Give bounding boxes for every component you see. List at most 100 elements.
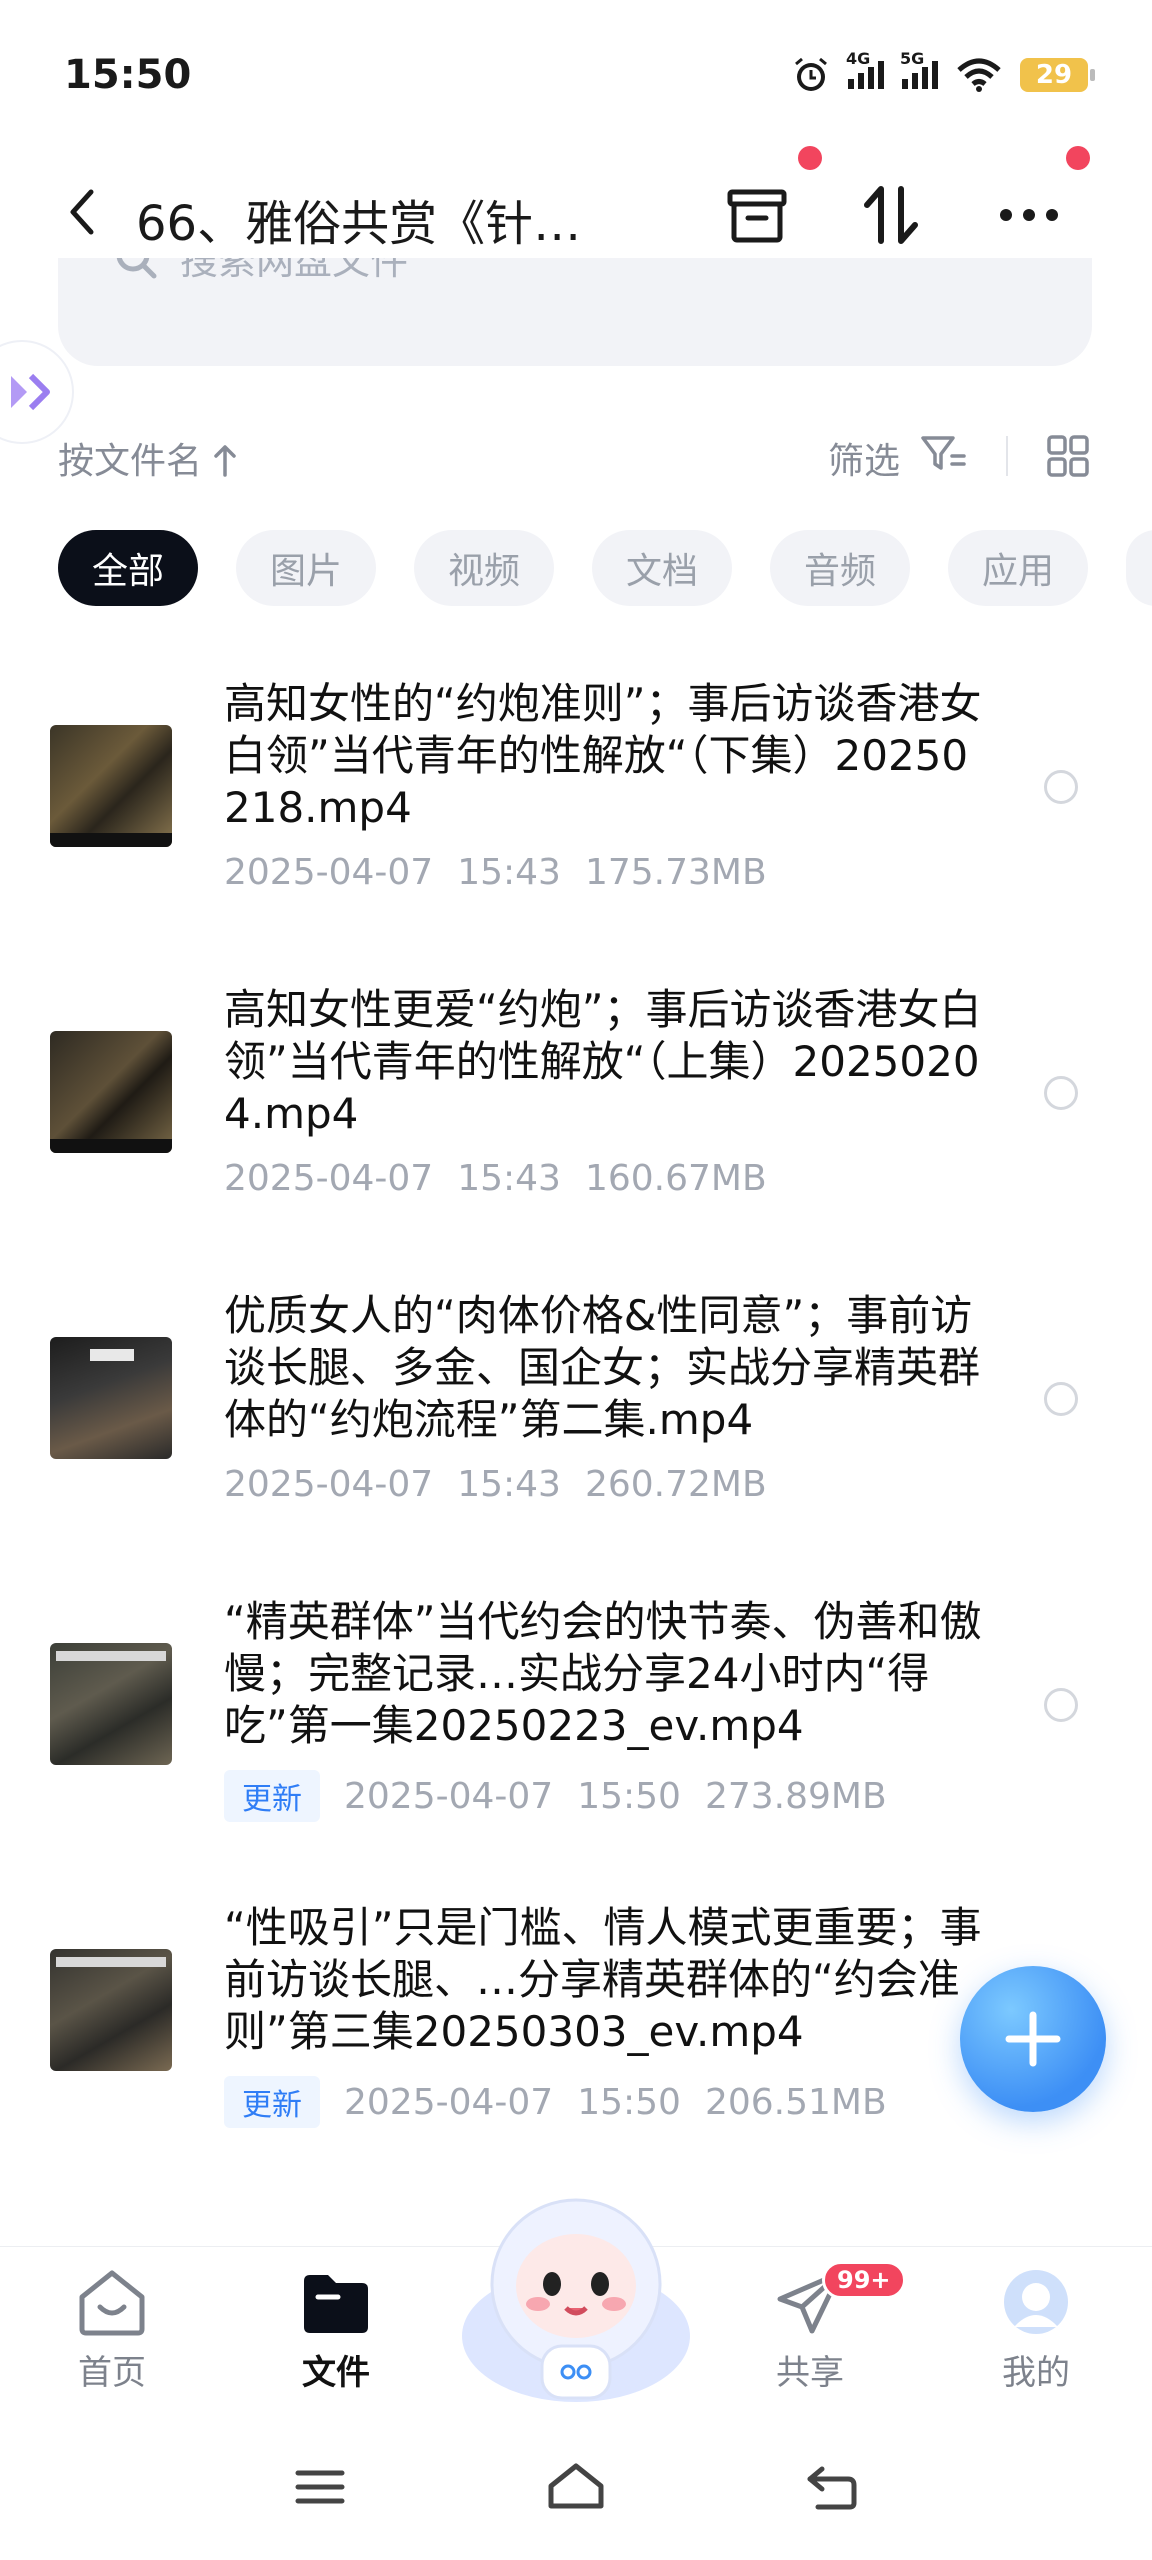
sort-filter-bar: 按文件名 筛选 bbox=[58, 420, 1098, 490]
tab-all[interactable]: 全部 bbox=[58, 530, 198, 606]
avatar-icon bbox=[1004, 2270, 1068, 2334]
search-icon bbox=[116, 258, 157, 278]
return-icon bbox=[807, 2466, 857, 2510]
file-time: 15:43 bbox=[457, 1464, 561, 1505]
file-time: 15:50 bbox=[577, 2081, 681, 2123]
status-bar: 15:50 4G 5G 29 bbox=[0, 0, 1152, 150]
back-button[interactable] bbox=[52, 182, 112, 242]
network-label-2: 5G bbox=[900, 49, 925, 68]
more-button[interactable] bbox=[994, 180, 1064, 250]
sort-label: 按文件名 bbox=[58, 441, 203, 482]
search-input[interactable]: 搜索网盘文件 bbox=[58, 258, 1092, 366]
file-row[interactable]: 优质女人的“肉体价格&性同意”；事前访谈长腿、多金、国企女；实战分享精英群体的“… bbox=[0, 1272, 1152, 1572]
file-date: 2025-04-07 bbox=[344, 1775, 554, 1817]
file-name: 高知女性的“约炮准则”；事后访谈香港女白领”当代青年的性解放“（下集）20250… bbox=[224, 679, 982, 832]
file-size: 175.73MB bbox=[584, 852, 767, 893]
search-placeholder: 搜索网盘文件 bbox=[180, 258, 409, 283]
category-tabs: 全部 图片 视频 文档 音频 应用 bbox=[58, 530, 1152, 606]
tab-documents[interactable]: 文档 bbox=[592, 530, 732, 606]
page-title: 66、雅俗共赏《针… bbox=[136, 196, 582, 252]
nav-profile[interactable]: 我的 bbox=[956, 2267, 1116, 2394]
system-navigation-bar bbox=[0, 2416, 1152, 2560]
sort-by-name-button[interactable]: 按文件名 bbox=[58, 432, 237, 484]
file-row[interactable]: 高知女性更爱“约炮”；事后访谈香港女白领”当代青年的性解放“（上集）202502… bbox=[0, 966, 1152, 1266]
arrow-up-icon bbox=[214, 445, 237, 477]
archive-icon bbox=[727, 189, 787, 243]
notification-dot bbox=[1066, 146, 1090, 170]
home-icon bbox=[79, 2270, 145, 2336]
nav-home[interactable]: 首页 bbox=[32, 2267, 192, 2394]
select-checkbox[interactable] bbox=[1044, 770, 1078, 804]
filter-icon[interactable] bbox=[920, 434, 966, 474]
video-thumbnail bbox=[50, 1031, 172, 1153]
file-row[interactable]: “精英群体”当代约会的快节奏、伪善和傲慢；完整记录…实战分享24小时内“得吃”第… bbox=[0, 1578, 1152, 1878]
file-size: 260.72MB bbox=[584, 1464, 767, 1505]
battery-icon: 29 bbox=[1020, 58, 1095, 92]
tab-more[interactable] bbox=[1126, 530, 1152, 606]
video-thumbnail bbox=[50, 725, 172, 847]
file-size: 273.89MB bbox=[704, 1775, 887, 1817]
video-thumbnail bbox=[50, 1337, 172, 1459]
update-badge: 更新 bbox=[224, 2076, 320, 2128]
nav-files[interactable]: 文件 bbox=[256, 2267, 416, 2394]
back-system-button[interactable] bbox=[792, 2452, 872, 2522]
transfer-button[interactable] bbox=[856, 180, 926, 250]
select-checkbox[interactable] bbox=[1044, 1688, 1078, 1722]
file-meta: 2025-04-07 15:43 175.73MB bbox=[224, 852, 767, 893]
video-thumbnail bbox=[50, 1643, 172, 1765]
status-icons: 4G 5G 29 bbox=[792, 49, 1095, 94]
network-label-1: 4G bbox=[846, 49, 871, 68]
nav-label: 我的 bbox=[1002, 2353, 1070, 2393]
home-button[interactable] bbox=[536, 2452, 616, 2522]
file-time: 15:43 bbox=[457, 852, 561, 893]
archive-button[interactable] bbox=[722, 180, 792, 250]
notification-count-badge: 99+ bbox=[822, 2261, 906, 2299]
file-size: 160.67MB bbox=[584, 1158, 767, 1199]
nav-label: 共享 bbox=[776, 2353, 844, 2393]
file-name: “精英群体”当代约会的快节奏、伪善和傲慢；完整记录…实战分享24小时内“得吃”第… bbox=[224, 1597, 982, 1750]
filter-button[interactable]: 筛选 bbox=[828, 432, 900, 484]
sort-transfer-icon bbox=[864, 186, 918, 244]
grid-view-icon[interactable] bbox=[1046, 434, 1090, 478]
chevron-left-icon bbox=[70, 189, 94, 235]
tab-audio[interactable]: 音频 bbox=[770, 530, 910, 606]
file-date: 2025-04-07 bbox=[224, 852, 434, 893]
home-outline-icon bbox=[548, 2463, 604, 2509]
tab-videos[interactable]: 视频 bbox=[414, 530, 554, 606]
alarm-icon bbox=[795, 57, 827, 91]
update-badge: 更新 bbox=[224, 1770, 320, 1822]
file-date: 2025-04-07 bbox=[224, 1464, 434, 1505]
nav-label: 文件 bbox=[302, 2353, 370, 2393]
nav-label: 首页 bbox=[78, 2353, 146, 2393]
file-size: 206.51MB bbox=[704, 2081, 887, 2123]
file-name: 优质女人的“肉体价格&性同意”；事前访谈长腿、多金、国企女；实战分享精英群体的“… bbox=[224, 1291, 981, 1444]
tab-images[interactable]: 图片 bbox=[236, 530, 376, 606]
select-checkbox[interactable] bbox=[1044, 1382, 1078, 1416]
file-date: 2025-04-07 bbox=[344, 2081, 554, 2123]
menu-button[interactable] bbox=[280, 2452, 360, 2522]
double-chevron-icon bbox=[11, 373, 50, 411]
video-thumbnail bbox=[50, 1949, 172, 2071]
folder-icon bbox=[304, 2275, 368, 2333]
more-icon bbox=[1000, 209, 1058, 221]
file-row[interactable]: 高知女性的“约炮准则”；事后访谈香港女白领”当代青年的性解放“（下集）20250… bbox=[0, 660, 1152, 960]
mascot-assistant-icon[interactable] bbox=[458, 2186, 694, 2412]
signal-5g-icon: 5G bbox=[900, 49, 938, 89]
wifi-icon bbox=[957, 58, 1001, 92]
file-name: 高知女性更爱“约炮”；事后访谈香港女白领”当代青年的性解放“（上集）202502… bbox=[224, 985, 982, 1138]
tab-apps[interactable]: 应用 bbox=[948, 530, 1088, 606]
status-time: 15:50 bbox=[64, 52, 192, 98]
nav-share[interactable]: 99+ 共享 bbox=[730, 2261, 906, 2394]
file-name: “性吸引”只是门槛、情人模式更重要；事前访谈长腿、…分享精英群体的“约会准则”第… bbox=[224, 1903, 982, 2056]
divider bbox=[1006, 436, 1008, 476]
file-meta: 2025-04-07 15:43 260.72MB bbox=[224, 1464, 767, 1505]
signal-4g-icon: 4G bbox=[846, 49, 884, 89]
select-checkbox[interactable] bbox=[1044, 1076, 1078, 1110]
add-file-button[interactable] bbox=[960, 1966, 1106, 2112]
file-meta: 2025-04-07 15:43 160.67MB bbox=[224, 1158, 767, 1199]
file-meta: 更新 2025-04-07 15:50 206.51MB bbox=[224, 2076, 887, 2128]
file-time: 15:50 bbox=[577, 1775, 681, 1817]
notification-dot bbox=[798, 146, 822, 170]
file-date: 2025-04-07 bbox=[224, 1158, 434, 1199]
file-meta: 更新 2025-04-07 15:50 273.89MB bbox=[224, 1770, 887, 1822]
